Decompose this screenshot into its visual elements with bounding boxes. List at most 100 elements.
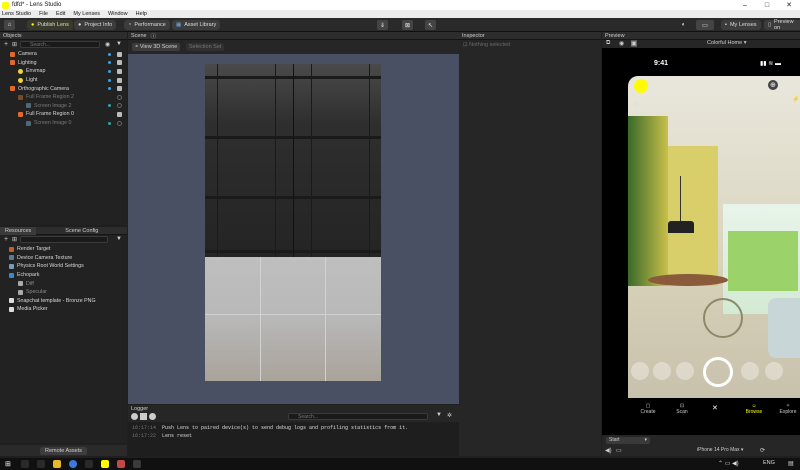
object-item-screen-image-0[interactable]: Screen Image 0 (0, 119, 127, 128)
close-lens-icon[interactable]: ✕ (712, 404, 718, 412)
lens-slot[interactable] (741, 362, 759, 380)
nav-browse[interactable]: ☺ Browse (744, 403, 764, 415)
device-icon[interactable]: ▣ (631, 40, 637, 47)
enable-checkbox[interactable] (117, 94, 122, 100)
notification-icon[interactable]: ▤ (788, 460, 794, 467)
enable-checkbox[interactable] (117, 68, 122, 74)
screenshot-icon[interactable]: ⧉ (606, 40, 610, 47)
home-icon[interactable]: ⌂ (4, 20, 15, 30)
enable-checkbox[interactable] (117, 60, 122, 66)
start-select[interactable]: Start ▾ (606, 437, 650, 444)
add-friend-icon[interactable]: ⊕ (768, 80, 778, 90)
language-indicator[interactable]: ENG (763, 460, 775, 466)
environment-select[interactable]: Colorful Home ▾ (707, 40, 746, 46)
logger-search-input[interactable]: Search... (288, 413, 428, 420)
tab-resources[interactable]: Resources (0, 226, 37, 235)
enable-checkbox[interactable] (117, 103, 122, 109)
lens-slot[interactable] (653, 362, 671, 380)
settings-gear-icon[interactable]: ✲ (447, 412, 452, 419)
flash-icon[interactable]: ⚡ (792, 96, 799, 103)
capture-button[interactable] (703, 357, 733, 387)
volume-icon[interactable]: ◀) (605, 447, 612, 454)
reset-icon[interactable]: ◉ (619, 40, 624, 47)
minimize-icon[interactable]: – (734, 0, 756, 10)
nav-explore[interactable]: ✧ Explore (776, 403, 800, 415)
clear-icon[interactable] (131, 413, 138, 420)
taskbar-app-icon[interactable] (37, 460, 45, 468)
object-item-light[interactable]: Light (0, 76, 127, 85)
resource-item[interactable]: Specular (0, 288, 127, 297)
device-model-select[interactable]: iPhone 14 Pro Max ▾ (697, 447, 743, 453)
menu-my-lenses[interactable]: My Lenses (73, 11, 100, 17)
preview-on-button[interactable]: ▯ Preview on (764, 19, 800, 31)
theme-toggle-icon[interactable]: ◐ (678, 20, 689, 30)
object-item-camera[interactable]: Camera (0, 50, 127, 59)
resources-search-input[interactable] (20, 236, 108, 243)
lens-slot[interactable] (765, 362, 783, 380)
lens-studio-taskbar-icon[interactable] (101, 460, 109, 468)
transform-icon[interactable]: ⊠ (402, 20, 413, 30)
my-lenses-button[interactable]: ▪ My Lenses (721, 20, 761, 30)
maximize-icon[interactable]: □ (756, 0, 778, 10)
object-item-full-frame-region-0[interactable]: Full Frame Region 0 (0, 110, 127, 119)
taskbar-app-icon[interactable] (85, 460, 93, 468)
resource-item[interactable]: Echopark (0, 271, 127, 280)
windows-start-icon[interactable]: ⊞ (5, 460, 13, 468)
edge-browser-icon[interactable] (69, 460, 77, 468)
object-item-envmap[interactable]: Envmap (0, 67, 127, 76)
device-select-icon[interactable]: ▭ (696, 20, 714, 30)
warning-filter-icon[interactable] (140, 413, 147, 420)
filter-icon[interactable]: ▼ (116, 41, 122, 47)
project-info-button[interactable]: ● Project Info (74, 20, 117, 30)
add-resource-icon[interactable]: + (4, 236, 8, 243)
tray-icons[interactable]: ⌃ ▭ ◀) (718, 460, 739, 467)
tab-view-3d-scene[interactable]: ◓ View 3D Scene (132, 43, 181, 51)
performance-button[interactable]: ◔ Performance (124, 20, 170, 30)
error-filter-icon[interactable] (149, 413, 156, 420)
taskbar-app-icon[interactable] (133, 460, 141, 468)
rotate-icon[interactable]: ⟳ (760, 447, 765, 454)
taskbar-app-icon[interactable] (117, 460, 125, 468)
enable-checkbox[interactable] (117, 77, 122, 83)
menu-file[interactable]: File (39, 11, 48, 17)
object-item-orthographic-camera[interactable]: Orthographic Camera (0, 84, 127, 93)
objects-search-input[interactable]: Search... (20, 41, 100, 48)
enable-checkbox[interactable] (117, 120, 122, 126)
task-view-icon[interactable] (21, 460, 29, 468)
menu-help[interactable]: Help (136, 11, 147, 17)
file-explorer-icon[interactable] (53, 460, 61, 468)
resource-item[interactable]: Device Camera Texture (0, 254, 127, 263)
object-item-screen-image-2[interactable]: Screen Image 2 (0, 102, 127, 111)
nav-create[interactable]: ▢ Create (638, 403, 658, 415)
enable-checkbox[interactable] (117, 111, 122, 117)
enable-checkbox[interactable] (117, 51, 122, 57)
object-item-full-frame-region-2[interactable]: Full Frame Region 2 (0, 93, 127, 102)
menu-lens-studio[interactable]: Lens Studio (2, 11, 31, 17)
nav-scan[interactable]: ⊡ Scan (672, 403, 692, 415)
lens-slot[interactable] (676, 362, 694, 380)
filter-icon[interactable]: ▼ (436, 412, 442, 418)
tab-selection-set[interactable]: Selection Set (186, 43, 225, 51)
menu-edit[interactable]: Edit (56, 11, 65, 17)
tab-scene-config[interactable]: Scene Config (60, 228, 103, 234)
menu-window[interactable]: Window (108, 11, 128, 17)
resource-item[interactable]: Physics Root World Settings (0, 262, 127, 271)
resource-item[interactable]: Diff (0, 279, 127, 288)
info-icon[interactable]: ⓘ (151, 32, 157, 40)
enable-checkbox[interactable] (117, 86, 122, 92)
close-icon[interactable]: ✕ (778, 0, 800, 10)
filter-icon[interactable]: ▼ (116, 236, 122, 242)
resource-item[interactable]: Snapchat template - Bronze PNG (0, 297, 127, 306)
lens-slot[interactable] (631, 362, 649, 380)
filter-tree-icon[interactable]: ⊞ (12, 236, 17, 243)
pointer-icon[interactable]: ↖ (425, 20, 436, 30)
tool-a-icon[interactable]: ⇓ (377, 20, 388, 30)
video-icon[interactable]: ▭ (616, 447, 622, 454)
publish-lens-button[interactable]: ● Publish Lens (27, 20, 73, 30)
bitmoji-avatar[interactable] (634, 79, 648, 93)
filter-tree-icon[interactable]: ⊞ (12, 41, 17, 48)
asset-library-button[interactable]: ▦ Asset Library (172, 20, 221, 30)
resource-item[interactable]: Render Target (0, 245, 127, 254)
visibility-eye-icon[interactable]: ◉ (105, 41, 110, 48)
add-object-icon[interactable]: + (4, 41, 8, 48)
